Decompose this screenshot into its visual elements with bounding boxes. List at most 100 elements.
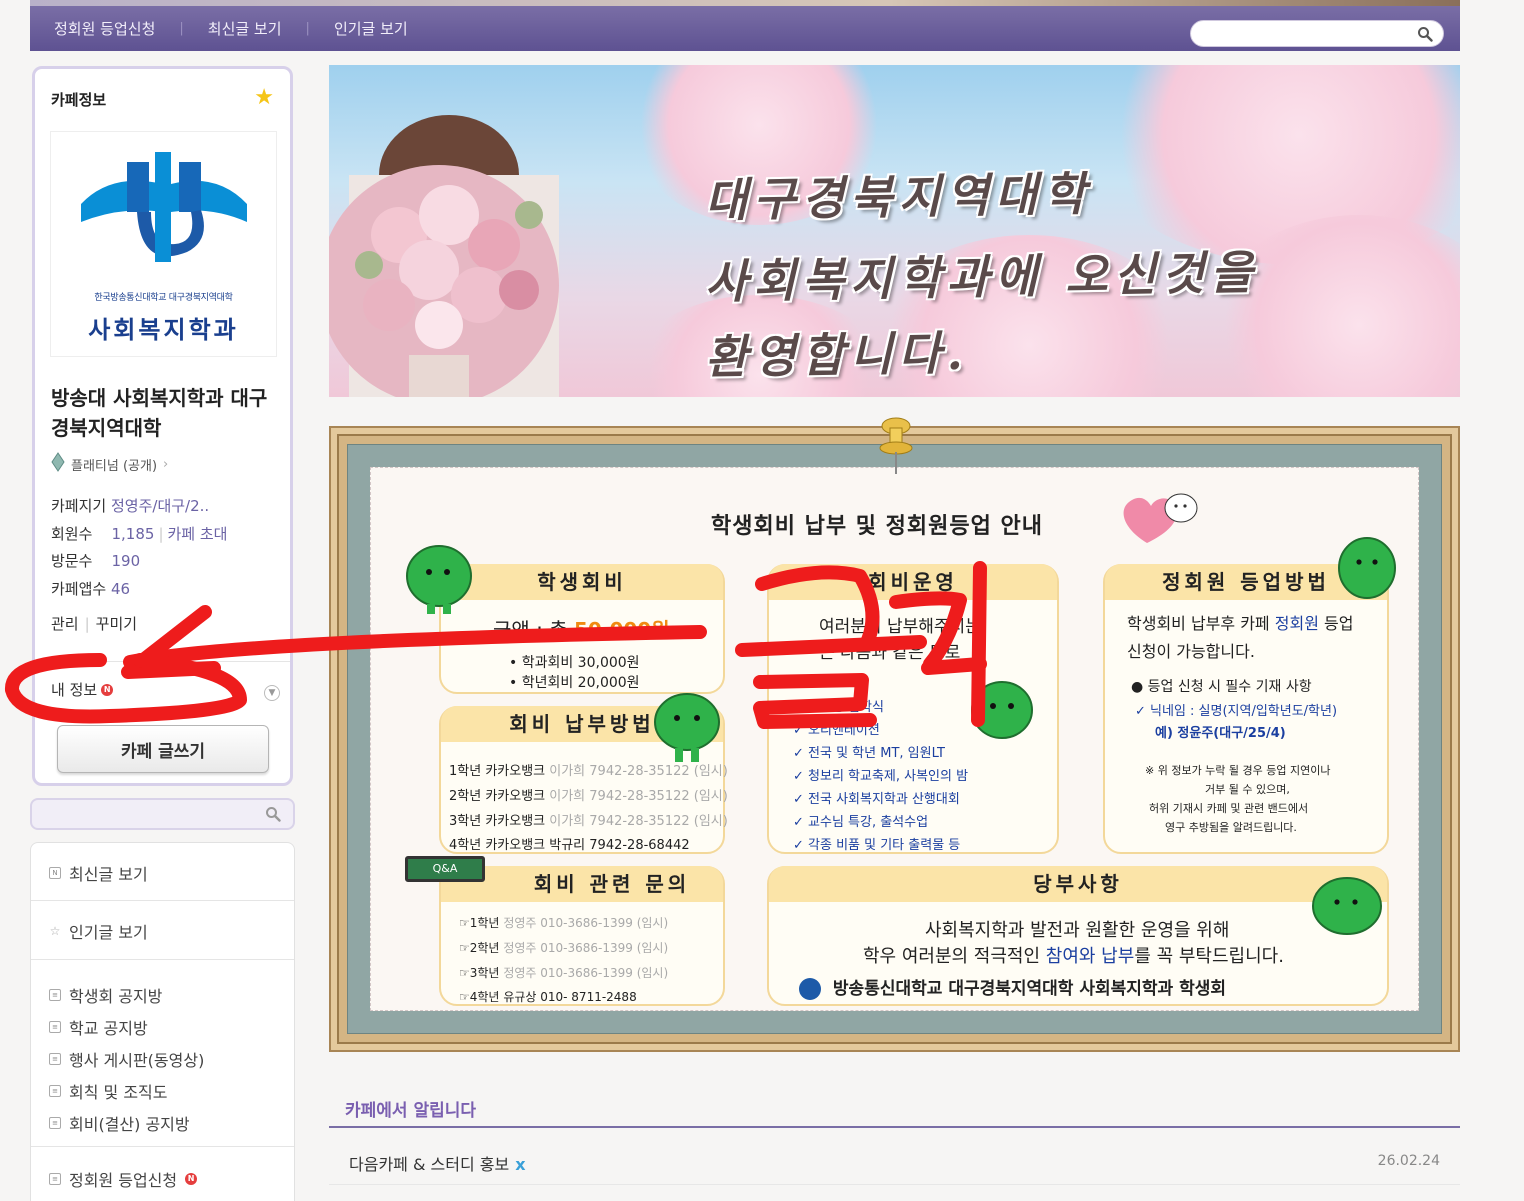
diamond-icon	[51, 452, 65, 476]
menu-item-label: 학교 공지방	[69, 1019, 148, 1038]
top-search-box	[1190, 20, 1444, 47]
notice-title-text[interactable]: 다음카페 & 스터디 홍보	[349, 1155, 509, 1174]
menu-item-popular[interactable]: ☆ 인기글 보기	[31, 919, 294, 943]
members-value[interactable]: 1,185	[111, 525, 154, 543]
green-mascot-icon	[406, 545, 472, 614]
heart-mascot-icon	[1123, 493, 1198, 543]
notice-board-image: 학생회비 납부 및 정회원등업 안내 학생회비 금액 : 총 50,000원 •…	[329, 417, 1460, 1052]
menu-item-event-board[interactable]: ≡ 행사 게시판(동영상)	[31, 1043, 294, 1075]
star-icon: ☆	[49, 924, 61, 938]
qa-chalkboard-icon: Q&A	[405, 856, 485, 882]
top-search-input[interactable]	[1203, 21, 1413, 46]
usage-item: ✓ 청보리 학교축제, 사복인의 밤	[793, 769, 969, 784]
menu-item-rules[interactable]: ≡ 회칙 및 조직도	[31, 1075, 294, 1107]
upgrade-warning: 영구 추방됨을 알려드립니다.	[1165, 821, 1297, 834]
menu-item-student-notice[interactable]: ≡ 학생회 공지방	[31, 979, 294, 1011]
apps-row: 카페앱수 46	[51, 576, 227, 604]
fee-line-2: • 학년회비 20,000원	[509, 675, 640, 691]
menu-group-upgrade: ≡ 정회원 등업신청 N	[31, 1147, 294, 1191]
menu-item-school-notice[interactable]: ≡ 학교 공지방	[31, 1011, 294, 1043]
menu-item-upgrade-request[interactable]: ≡ 정회원 등업신청 N	[31, 1167, 294, 1191]
payment-row: 4학년 카카오뱅크 박규리 7942-28-68442	[449, 838, 690, 853]
board-icon: ≡	[49, 1021, 61, 1033]
cafe-notice-title: 카페에서 알립니다	[345, 1101, 477, 1121]
manager-label: 카페지기	[51, 497, 107, 515]
search-icon[interactable]	[1417, 26, 1433, 46]
cafe-info-title: 카페정보	[51, 91, 107, 109]
usage-item: ✓ 전국 및 학년 MT, 임원LT	[793, 746, 945, 761]
logo-subtitle: 한국방송통신대학교 대구경북지역대학	[94, 293, 233, 303]
board-icon: ≡	[49, 1173, 61, 1185]
menu-item-latest[interactable]: N 최신글 보기	[31, 861, 294, 885]
menu-item-label: 회칙 및 조직도	[69, 1083, 168, 1102]
cafe-name[interactable]: 방송대 사회복지학과 대구경북지역대학	[51, 383, 283, 443]
green-mascot-icon	[971, 681, 1033, 739]
board-icon: ≡	[49, 1117, 61, 1129]
menu-group-popular: ☆ 인기글 보기	[31, 901, 294, 960]
notice-row[interactable]: 다음카페 & 스터디 홍보 x 26.02.24	[329, 1131, 1460, 1185]
upgrade-warning: ※ 위 정보가 누락 될 경우 등업 지연이나	[1145, 764, 1331, 777]
flower-bouquet-image	[329, 115, 559, 397]
visits-label: 방문수	[51, 552, 93, 570]
usage-item: ✓ 전국 사회복지학과 산행대회	[793, 792, 960, 807]
request-line-1: 사회복지학과 발전과 원활한 운영을 위해	[925, 920, 1230, 941]
menu-item-label: 행사 게시판(동영상)	[69, 1051, 205, 1070]
nav-upgrade-request[interactable]: 정회원 등업신청	[30, 18, 179, 39]
upgrade-nickname-rule: ✓ 닉네임 : 실명(지역/입학년도/학년)	[1135, 704, 1338, 719]
menu-item-fee-notice[interactable]: ≡ 회비(결산) 공지방	[31, 1107, 294, 1139]
menu-item-label: 최신글 보기	[69, 865, 148, 884]
banner-line-2: 사회복지학과에 오신것을	[704, 245, 1260, 309]
usage-item: ✓ 오리엔테이션	[793, 723, 880, 738]
decorate-link[interactable]: 꾸미기	[96, 615, 137, 633]
top-nav: 정회원 등업신청 | 최신글 보기 | 인기글 보기	[30, 6, 1460, 51]
chevron-down-icon[interactable]: ▼	[264, 685, 280, 701]
usage-item: ✓ 신입생 입학식	[793, 700, 884, 715]
manager-row: 카페지기 정영주/대구/2..	[51, 493, 227, 521]
cafe-logo: 한국방송통신대학교 대구경북지역대학 사회복지학과	[50, 131, 277, 357]
univ-emblem-icon	[799, 978, 821, 1000]
new-badge-icon: N	[101, 683, 114, 696]
usage-item: ✓ 교수님 특강, 출석수업	[793, 815, 929, 830]
board-icon: ≡	[49, 989, 61, 1001]
manager-value[interactable]: 정영주/대구/2..	[111, 497, 209, 515]
side-menu: N 최신글 보기 ☆ 인기글 보기 ≡ 학생회 공지방 ≡ 학교 공지방 ≡ 행사 게시판…	[30, 842, 295, 1201]
request-card: 당부사항 사회복지학과 발전과 원활한 운영을 위해 학우 여러분의 적극적인 …	[767, 866, 1389, 1006]
cafe-grade[interactable]: 플래티넘 (공개) ›	[51, 452, 168, 476]
cafe-logo-mark-icon	[81, 152, 247, 262]
cafe-grade-label: 플래티넘 (공개)	[71, 458, 158, 474]
visits-row: 방문수 190	[51, 548, 227, 576]
admin-link[interactable]: 관리	[51, 615, 79, 633]
usage-item: ✓ 각종 비품 및 기타 출력물 등	[793, 838, 961, 853]
my-info[interactable]: 내 정보 N	[51, 679, 114, 700]
upgrade-warning: 허위 기재시 카페 및 관련 밴드에서	[1149, 802, 1309, 815]
fee-amount-label: 금액 : 총	[493, 618, 568, 642]
cafe-info-panel: 카페정보 ★ 한국방송통신대학교 대구경북지역대학 사회복지학과 방송대 사회복…	[32, 66, 293, 786]
new-icon: N	[49, 867, 61, 879]
green-mascot-icon	[654, 693, 720, 762]
upgrade-line-2: 신청이 가능합니다.	[1127, 642, 1255, 661]
inquiry-row: ☞4학년 유규상 010- 8711-2488	[459, 990, 637, 1004]
menu-item-label: 정회원 등업신청	[69, 1171, 178, 1190]
menu-item-label: 학생회 공지방	[69, 987, 163, 1006]
visits-value: 190	[111, 552, 141, 570]
side-search-input[interactable]	[40, 800, 260, 828]
invite-link[interactable]: 카페 초대	[168, 525, 228, 543]
green-mascot-icon	[1338, 537, 1396, 599]
pushpin-icon	[879, 417, 913, 474]
fee-card: 학생회비 금액 : 총 50,000원 • 학과회비 30,000원 • 학년회…	[439, 564, 725, 694]
inquiry-row: ☞1학년 정영주 010-3686-1399 (임시)	[459, 916, 669, 930]
fee-line-1: • 학과회비 30,000원	[509, 655, 640, 671]
search-icon[interactable]	[265, 806, 281, 826]
board-icon: ≡	[49, 1053, 61, 1065]
menu-item-label: 인기글 보기	[69, 923, 148, 942]
apps-label: 카페앱수	[51, 579, 107, 598]
nav-latest-posts[interactable]: 최신글 보기	[184, 18, 306, 39]
fee-inquiry-card: 회비 관련 문의 ☞1학년 정영주 010-3686-1399 (임시) ☞2학…	[439, 866, 725, 1006]
welcome-banner: 대구경북지역대학 사회복지학과에 오신것을 환영합니다.	[329, 65, 1460, 397]
board-icon: ≡	[49, 1085, 61, 1097]
banner-line-1: 대구경북지역대학	[704, 166, 1093, 228]
write-post-button[interactable]: 카페 글쓰기	[57, 725, 269, 773]
nav-popular-posts[interactable]: 인기글 보기	[310, 18, 432, 39]
favorite-star-icon[interactable]: ★	[254, 87, 274, 109]
upgrade-example: 예) 정윤주(대구/25/4)	[1155, 726, 1286, 741]
